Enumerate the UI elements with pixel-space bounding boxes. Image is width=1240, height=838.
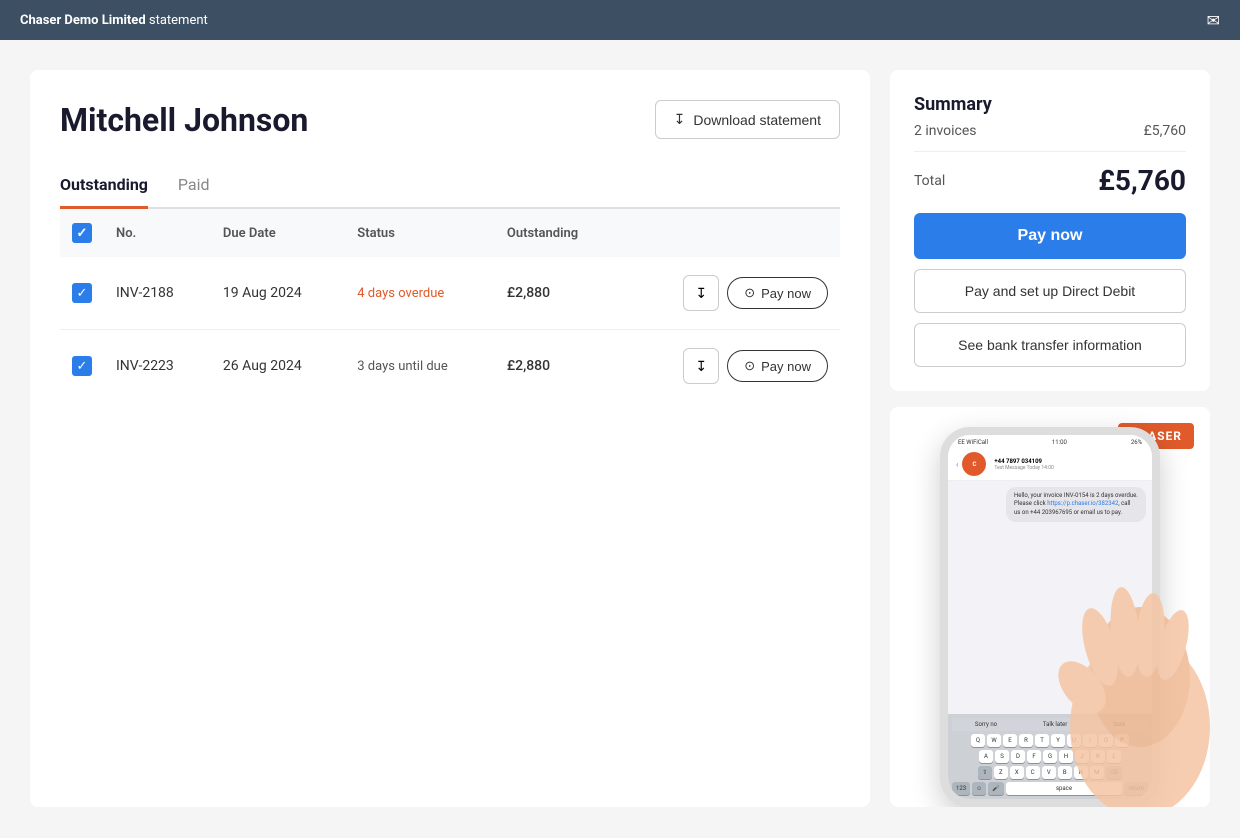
tab-paid[interactable]: Paid <box>178 163 210 209</box>
download-icon: ↧ <box>695 285 707 302</box>
cell-actions-1: ↧ ⊙ Pay now <box>619 257 840 330</box>
checkmark-icon: ✓ <box>77 359 88 374</box>
cell-due-date-2: 26 Aug 2024 <box>211 330 345 403</box>
key-mic[interactable]: 🎤 <box>988 782 1003 795</box>
carrier-label: EE WiFiCall <box>958 439 988 446</box>
table-header-row: ✓ No. Due Date Status Outstanding <box>60 209 840 257</box>
action-buttons-2: ↧ ⊙ Pay now <box>631 348 828 384</box>
pay-icon: ⊙ <box>744 358 755 374</box>
sms-bubble: Hello, your invoice INV-0154 is 2 days o… <box>1006 487 1146 522</box>
cell-checkbox-1: ✓ <box>60 257 104 330</box>
bank-transfer-button[interactable]: See bank transfer information <box>914 323 1186 367</box>
key-w[interactable]: W <box>987 734 1001 747</box>
cell-number-1: INV-2188 <box>104 257 211 330</box>
pay-now-button-1[interactable]: ⊙ Pay now <box>727 277 828 309</box>
download-invoice-button-1[interactable]: ↧ <box>683 275 719 311</box>
cell-amount-1: £2,880 <box>495 257 619 330</box>
battery-label: 26% <box>1131 439 1142 446</box>
total-row: Total £5,760 <box>914 164 1186 197</box>
page-header: Mitchell Johnson ↧ Download statement <box>60 100 840 139</box>
summary-invoices-row: 2 invoices £5,760 <box>914 123 1186 152</box>
total-label: Total <box>914 173 945 189</box>
status-upcoming-label: 3 days until due <box>357 359 447 374</box>
cell-status-2: 3 days until due <box>345 330 495 403</box>
tab-outstanding[interactable]: Outstanding <box>60 163 148 209</box>
right-panel: Summary 2 invoices £5,760 Total £5,760 P… <box>890 70 1210 807</box>
key-e[interactable]: E <box>1003 734 1017 747</box>
invoices-count: 2 invoices <box>914 123 977 139</box>
cell-number-2: INV-2223 <box>104 330 211 403</box>
left-panel: Mitchell Johnson ↧ Download statement Ou… <box>30 70 870 807</box>
key-s[interactable]: S <box>995 750 1009 763</box>
download-invoice-button-2[interactable]: ↧ <box>683 348 719 384</box>
key-q[interactable]: Q <box>971 734 985 747</box>
company-name: Chaser Demo Limited <box>20 13 146 28</box>
pay-now-primary-button[interactable]: Pay now <box>914 213 1186 259</box>
topbar: Chaser Demo Limited statement ✉ <box>0 0 1240 40</box>
invoice-table: ✓ No. Due Date Status Outstanding ✓ <box>60 209 840 402</box>
key-z[interactable]: Z <box>994 766 1008 779</box>
key-shift[interactable]: ⇧ <box>978 766 992 779</box>
download-statement-button[interactable]: ↧ Download statement <box>655 100 840 139</box>
table-row: ✓ INV-2223 26 Aug 2024 3 days until due … <box>60 330 840 403</box>
col-outstanding: Outstanding <box>495 209 619 257</box>
tabs: Outstanding Paid <box>60 163 840 209</box>
hand-illustration <box>1020 527 1210 807</box>
col-actions <box>619 209 840 257</box>
contact-info: +44 7897 034109 Text Message Today 14:00 <box>994 458 1144 471</box>
download-icon: ↧ <box>674 111 686 128</box>
topbar-title: Chaser Demo Limited statement <box>20 13 208 28</box>
phone-header: ‹ C +44 7897 034109 Text Message Today 1… <box>948 448 1152 481</box>
col-due-date: Due Date <box>211 209 345 257</box>
status-overdue-badge: 4 days overdue <box>357 286 444 301</box>
checkmark-icon: ✓ <box>77 226 88 241</box>
download-label: Download statement <box>693 112 821 128</box>
message-date: Text Message Today 14:00 <box>994 465 1144 471</box>
phone-statusbar: EE WiFiCall 11:00 26% <box>948 435 1152 448</box>
pay-label: Pay now <box>761 286 811 301</box>
statement-label: statement <box>146 13 208 28</box>
total-amount: £5,760 <box>1098 164 1186 197</box>
pay-label: Pay now <box>761 359 811 374</box>
row-checkbox-2[interactable]: ✓ <box>72 356 92 376</box>
key-emoji[interactable]: ☺ <box>972 782 986 795</box>
chaser-contact-badge: C <box>962 452 986 476</box>
key-numbers[interactable]: 123 <box>952 782 970 795</box>
back-icon: ‹ <box>956 460 958 469</box>
cell-status-1: 4 days overdue <box>345 257 495 330</box>
page-title: Mitchell Johnson <box>60 101 308 139</box>
summary-title: Summary <box>914 94 1186 115</box>
email-icon[interactable]: ✉ <box>1207 11 1220 30</box>
cell-checkbox-2: ✓ <box>60 330 104 403</box>
suggestion-sorry: Sorry no <box>975 721 997 728</box>
direct-debit-button[interactable]: Pay and set up Direct Debit <box>914 269 1186 313</box>
key-a[interactable]: A <box>979 750 993 763</box>
invoices-amount: £5,760 <box>1144 123 1186 139</box>
col-checkbox: ✓ <box>60 209 104 257</box>
phone-mockup-area: CHASER EE WiFiCall 11:00 26% ‹ C + <box>890 407 1210 807</box>
summary-card: Summary 2 invoices £5,760 Total £5,760 P… <box>890 70 1210 391</box>
cell-amount-2: £2,880 <box>495 330 619 403</box>
row-checkbox-1[interactable]: ✓ <box>72 283 92 303</box>
cell-due-date-1: 19 Aug 2024 <box>211 257 345 330</box>
download-icon: ↧ <box>695 358 707 375</box>
select-all-checkbox[interactable]: ✓ <box>72 223 92 243</box>
table-row: ✓ INV-2188 19 Aug 2024 4 days overdue £2… <box>60 257 840 330</box>
pay-icon: ⊙ <box>744 285 755 301</box>
col-status: Status <box>345 209 495 257</box>
time-label: 11:00 <box>1052 439 1067 446</box>
contact-number: +44 7897 034109 <box>994 458 1144 465</box>
main-container: Mitchell Johnson ↧ Download statement Ou… <box>0 40 1240 837</box>
checkmark-icon: ✓ <box>77 286 88 301</box>
col-number: No. <box>104 209 211 257</box>
pay-now-button-2[interactable]: ⊙ Pay now <box>727 350 828 382</box>
cell-actions-2: ↧ ⊙ Pay now <box>619 330 840 403</box>
action-buttons-1: ↧ ⊙ Pay now <box>631 275 828 311</box>
sms-link: https://p.chaser.io/382342 <box>1047 500 1118 507</box>
